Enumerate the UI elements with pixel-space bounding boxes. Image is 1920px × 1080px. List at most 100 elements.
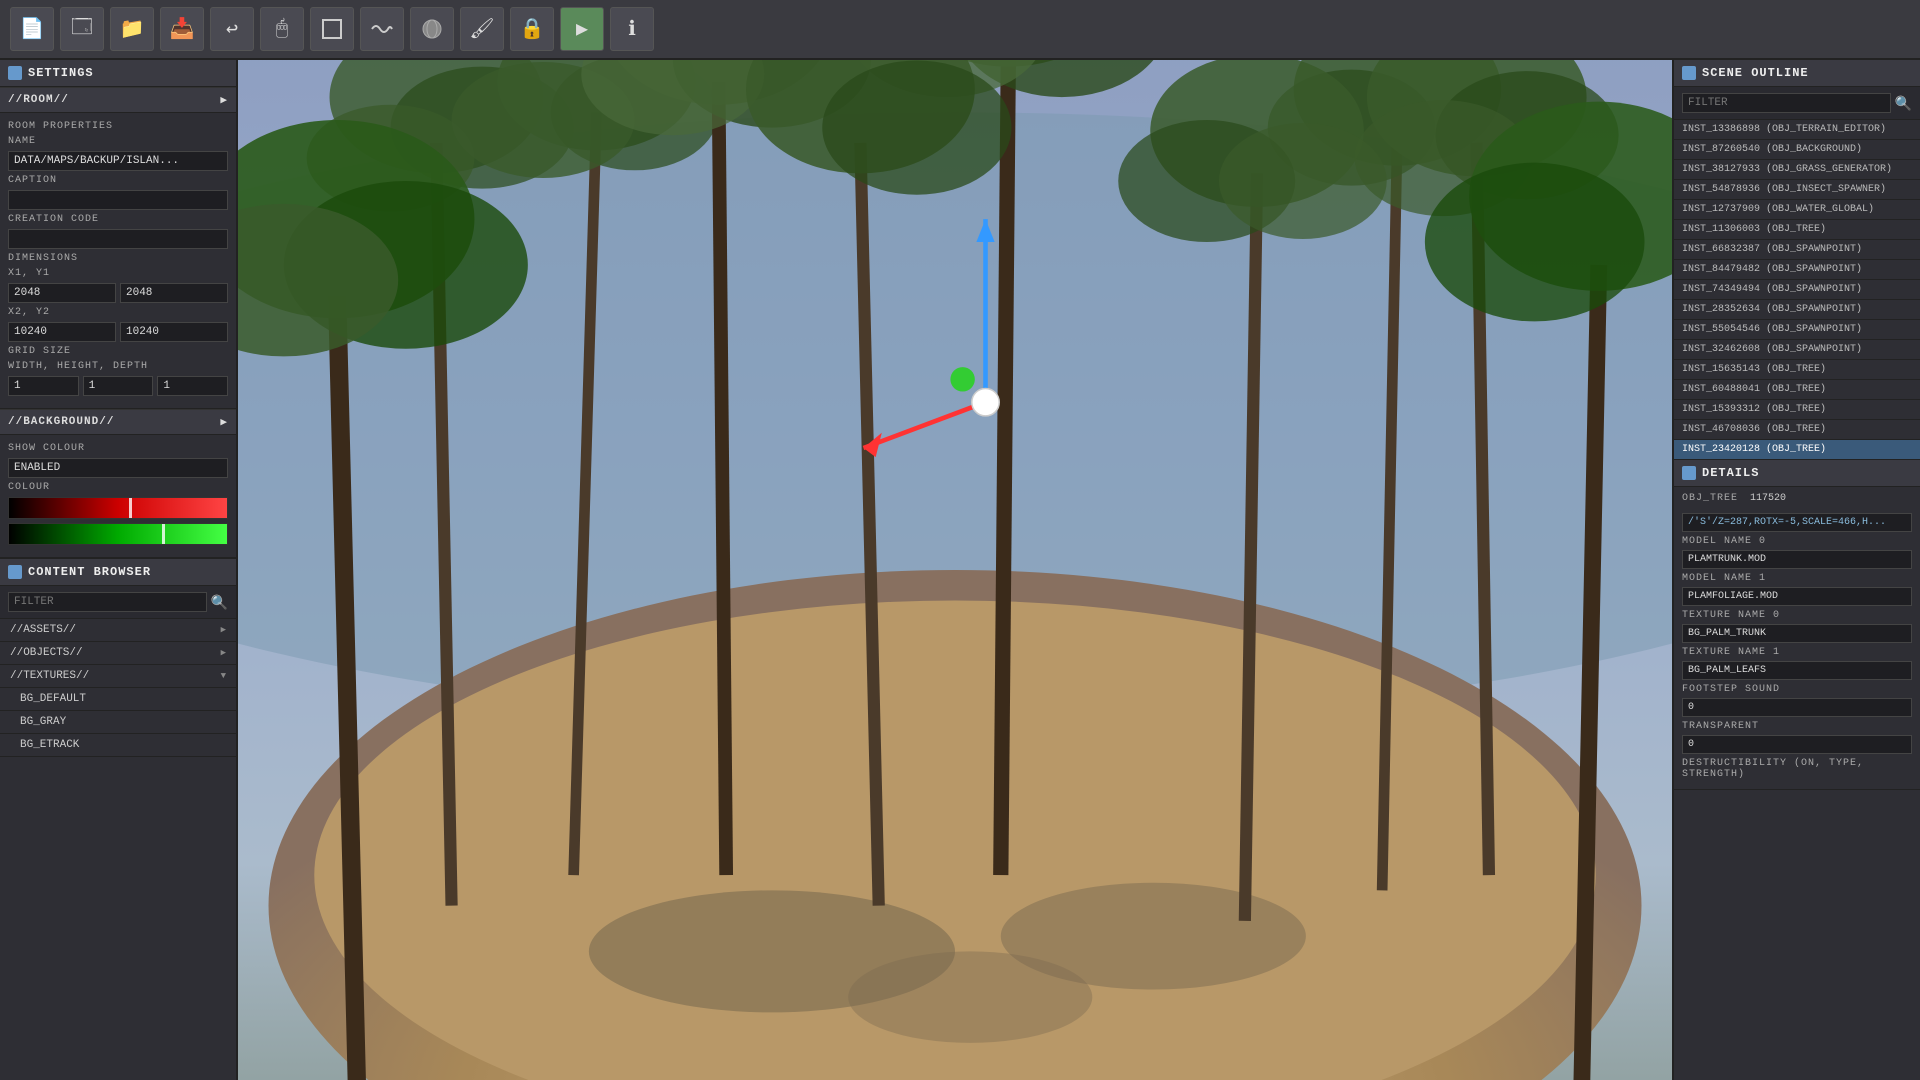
scene-outline-filter-row: 🔍 (1674, 87, 1920, 120)
left-panel: SETTINGS //ROOM// ▶ ROOM PROPERTIES NAME… (0, 60, 238, 1080)
name-input[interactable] (8, 151, 228, 171)
background-collapse-arrow[interactable]: ▶ (220, 415, 228, 429)
scene-outline-filter-input[interactable] (1682, 93, 1891, 113)
creation-code-input[interactable] (8, 229, 228, 249)
toolbar-btn-import[interactable]: 📥 (160, 7, 204, 51)
outline-item-14[interactable]: INST_15393312 (OBJ_TREE) (1674, 400, 1920, 420)
y2-input[interactable] (120, 322, 228, 342)
background-header-label: //BACKGROUND// (8, 416, 114, 428)
x2-input[interactable] (8, 322, 116, 342)
colour-bar-green[interactable] (8, 523, 228, 545)
outline-item-8[interactable]: INST_74349494 (OBJ_SPAWNPOINT) (1674, 280, 1920, 300)
footstep-sound-input[interactable] (1682, 698, 1912, 717)
scene-outline-search-btn[interactable]: 🔍 (1895, 95, 1912, 112)
main-area: SETTINGS //ROOM// ▶ ROOM PROPERTIES NAME… (0, 60, 1920, 1080)
transparent-input[interactable] (1682, 735, 1912, 754)
outline-item-11[interactable]: INST_32462608 (OBJ_SPAWNPOINT) (1674, 340, 1920, 360)
toolbar-btn-select[interactable]: 🖱 (260, 7, 304, 51)
browser-item-bg-default[interactable]: BG_DEFAULT (0, 688, 236, 711)
toolbar-btn-open[interactable]: 🗔 (60, 7, 104, 51)
colour-bar-red[interactable] (8, 497, 228, 519)
grid-size-label: GRID SIZE (8, 346, 228, 357)
texture-name-0-label: TEXTURE NAME 0 (1682, 610, 1912, 621)
outline-item-10[interactable]: INST_55054546 (OBJ_SPAWNPOINT) (1674, 320, 1920, 340)
toolbar-btn-lock[interactable]: 🔒 (510, 7, 554, 51)
toolbar-btn-play[interactable]: ▶ (560, 7, 604, 51)
x1y1-row (8, 283, 228, 307)
dimensions-label: DIMENSIONS (8, 253, 228, 264)
toolbar-btn-sphere[interactable] (410, 7, 454, 51)
background-header-row[interactable]: //BACKGROUND// ▶ (0, 409, 236, 435)
outline-item-16[interactable]: INST_23420128 (OBJ_TREE) (1674, 440, 1920, 460)
x2y2-label: X2, Y2 (8, 307, 228, 318)
browser-item-bg-gray[interactable]: BG_GRAY (0, 711, 236, 734)
x2y2-row (8, 322, 228, 346)
details-header: DETAILS (1674, 460, 1920, 487)
viewport[interactable] (238, 60, 1672, 1080)
toolbar-btn-paint[interactable]: 🖌 (460, 7, 504, 51)
content-browser-filter-input[interactable] (8, 592, 207, 612)
outline-item-12[interactable]: INST_15635143 (OBJ_TREE) (1674, 360, 1920, 380)
content-browser: CONTENT BROWSER 🔍 //ASSETS// //OBJECTS//… (0, 558, 236, 757)
texture-name-1-input[interactable] (1682, 661, 1912, 680)
outline-item-4[interactable]: INST_12737909 (OBJ_WATER_GLOBAL) (1674, 200, 1920, 220)
browser-item-assets[interactable]: //ASSETS// (0, 619, 236, 642)
content-browser-header: CONTENT BROWSER (0, 559, 236, 586)
outline-item-2[interactable]: INST_38127933 (OBJ_GRASS_GENERATOR) (1674, 160, 1920, 180)
outline-item-5[interactable]: INST_11306003 (OBJ_TREE) (1674, 220, 1920, 240)
outline-item-0[interactable]: INST_13386898 (OBJ_TERRAIN_EDITOR) (1674, 120, 1920, 140)
settings-title: SETTINGS (28, 66, 94, 80)
model-name-1-input[interactable] (1682, 587, 1912, 606)
obj-type-label: OBJ_TREE (1682, 493, 1738, 504)
outline-item-9[interactable]: INST_28352634 (OBJ_SPAWNPOINT) (1674, 300, 1920, 320)
content-browser-search-btn[interactable]: 🔍 (211, 594, 228, 611)
show-colour-input[interactable] (8, 458, 228, 478)
footstep-sound-label: FOOTSTEP SOUND (1682, 684, 1912, 695)
toolbar-btn-info[interactable]: ℹ (610, 7, 654, 51)
room-header-row[interactable]: //ROOM// ▶ (0, 87, 236, 113)
transparent-label: TRANSPARENT (1682, 721, 1912, 732)
toolbar-btn-save[interactable]: 📁 (110, 7, 154, 51)
outline-item-13[interactable]: INST_60488041 (OBJ_TREE) (1674, 380, 1920, 400)
colour-label: COLOUR (8, 482, 228, 493)
width-input[interactable] (8, 376, 79, 396)
height-input[interactable] (83, 376, 154, 396)
whd-row (8, 376, 228, 400)
scene-outline-list: INST_13386898 (OBJ_TERRAIN_EDITOR) INST_… (1674, 120, 1920, 460)
texture-name-0-input[interactable] (1682, 624, 1912, 643)
details-section: OBJ_TREE 117520 /'S'/Z=287,ROTX=-5,SCALE… (1674, 487, 1920, 790)
settings-header: SETTINGS (0, 60, 236, 87)
show-colour-label: SHOW COLOUR (8, 443, 228, 454)
background-section: SHOW COLOUR COLOUR (0, 435, 236, 558)
toolbar-btn-undo[interactable]: ↩ (210, 7, 254, 51)
model-name-0-input[interactable] (1682, 550, 1912, 569)
x1y1-label: X1, Y1 (8, 268, 228, 279)
detail-script-value[interactable]: /'S'/Z=287,ROTX=-5,SCALE=466,H... (1682, 513, 1912, 532)
scene-outline-title: SCENE OUTLINE (1702, 66, 1809, 80)
model-name-1-label: MODEL NAME 1 (1682, 573, 1912, 584)
outline-item-6[interactable]: INST_66832387 (OBJ_SPAWNPOINT) (1674, 240, 1920, 260)
texture-name-1-label: TEXTURE NAME 1 (1682, 647, 1912, 658)
toolbar-btn-wave[interactable] (360, 7, 404, 51)
outline-item-3[interactable]: INST_54878936 (OBJ_INSECT_SPAWNER) (1674, 180, 1920, 200)
obj-id-value: 117520 (1750, 493, 1786, 504)
room-properties-section: ROOM PROPERTIES NAME CAPTION CREATION CO… (0, 113, 236, 409)
name-label: NAME (8, 136, 228, 147)
y1-input[interactable] (120, 283, 228, 303)
room-header-label: //ROOM// (8, 94, 69, 106)
settings-icon (8, 66, 22, 80)
details-title: DETAILS (1702, 466, 1759, 480)
whd-label: WIDTH, HEIGHT, DEPTH (8, 361, 228, 372)
outline-item-7[interactable]: INST_84479482 (OBJ_SPAWNPOINT) (1674, 260, 1920, 280)
browser-item-textures[interactable]: //TEXTURES// (0, 665, 236, 688)
outline-item-1[interactable]: INST_87260540 (OBJ_BACKGROUND) (1674, 140, 1920, 160)
x1-input[interactable] (8, 283, 116, 303)
caption-input[interactable] (8, 190, 228, 210)
toolbar-btn-stack[interactable] (310, 7, 354, 51)
browser-item-bg-etrack[interactable]: BG_ETRACK (0, 734, 236, 757)
browser-item-objects[interactable]: //OBJECTS// (0, 642, 236, 665)
toolbar-btn-new[interactable]: 📄 (10, 7, 54, 51)
outline-item-15[interactable]: INST_46708036 (OBJ_TREE) (1674, 420, 1920, 440)
room-collapse-arrow[interactable]: ▶ (220, 93, 228, 107)
depth-input[interactable] (157, 376, 228, 396)
